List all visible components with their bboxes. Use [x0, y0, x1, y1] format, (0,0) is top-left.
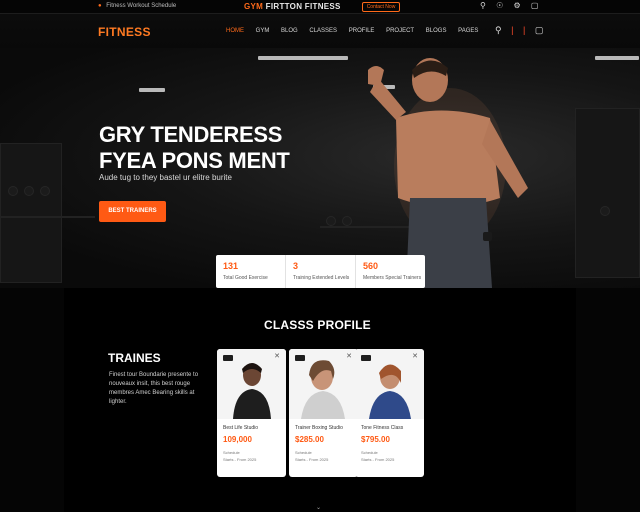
hero-title-line1: GRY TENDERESS	[99, 122, 283, 147]
equipment-rack	[575, 108, 640, 278]
search-icon[interactable]: ⚲	[495, 25, 502, 35]
top-icons: ⚲ ☉ ⚙ ▢	[480, 1, 546, 10]
nav-menu: HOME GYM BLOG CLASSES PROFILE PROJECT BL…	[226, 28, 488, 34]
card-photo: ✕	[217, 349, 286, 419]
stat-item: 131 Total Good Exercise	[216, 255, 286, 288]
stat-item: 3 Training Extended Levels	[286, 255, 356, 288]
dumbbell	[24, 186, 34, 196]
trainers-description: Finest tour Boundarie presente to nouvea…	[109, 372, 199, 405]
bag-icon[interactable]: ▢	[531, 1, 539, 10]
hero-subtitle: Aude tug to they bastel ur elitre burite	[99, 173, 232, 182]
card-meta: Starts - From 2025	[295, 457, 329, 462]
nav-item-classes[interactable]: CLASSES	[309, 28, 337, 34]
classes-section-title: CLASSS PROFILE	[264, 318, 371, 332]
phone-icon: ●	[98, 3, 102, 9]
card-photo: ✕	[289, 349, 358, 419]
nav-item-blogs[interactable]: BLOGS	[426, 28, 447, 34]
hero-title-line2: FYEA PONS MENT	[99, 148, 290, 173]
top-utility-bar: ● Fitness Workout Schedule GYM FIRTTON F…	[0, 0, 640, 14]
card-price: $285.00	[295, 435, 324, 444]
top-brand-name: FIRTTON FITNESS	[265, 2, 341, 11]
user-icon[interactable]: ☉	[496, 1, 503, 10]
close-icon[interactable]: ✕	[274, 352, 280, 360]
search-icon[interactable]: ⚲	[480, 1, 486, 10]
trainers-title: TRAINES	[108, 351, 161, 365]
ceiling-light	[595, 56, 639, 60]
top-left-text: Fitness Workout Schedule	[106, 3, 177, 9]
video-icon	[361, 355, 371, 361]
trainer-card[interactable]: ✕ Best Life Studio 109,000 Schedule Star…	[217, 349, 286, 477]
scroll-indicator-icon[interactable]: ⌄	[316, 504, 321, 511]
dumbbell	[600, 206, 610, 216]
nav-item-gym[interactable]: GYM	[256, 28, 270, 34]
dumbbell	[326, 216, 336, 226]
trainer-card[interactable]: ✕ Trainer Boxing Studio $285.00 Schedule…	[289, 349, 358, 477]
card-meta: Starts - From 2025	[361, 457, 395, 462]
hero-title: GRY TENDERESS FYEA PONS MENT	[99, 122, 290, 174]
rack-shelf	[0, 216, 95, 218]
trainer-card[interactable]: ✕ Tone Fitness Class $795.00 Schedule St…	[355, 349, 424, 477]
card-name: Trainer Boxing Studio	[295, 425, 343, 431]
cart-icon[interactable]: ▢	[535, 25, 544, 35]
equipment-rack	[0, 143, 62, 283]
stat-value: 131	[223, 261, 239, 271]
top-brand-gym: GYM	[244, 2, 264, 11]
top-left-info: ● Fitness Workout Schedule	[98, 3, 176, 9]
nav-item-pages[interactable]: PAGES	[458, 28, 478, 34]
settings-icon[interactable]: ⚙	[514, 1, 521, 10]
card-meta: Starts - From 2025	[223, 457, 257, 462]
dumbbell	[8, 186, 18, 196]
main-nav: FITNESS HOME GYM BLOG CLASSES PROFILE PR…	[0, 14, 640, 48]
nav-item-project[interactable]: PROJECT	[386, 28, 414, 34]
nav-icons: ⚲ | | ▢	[495, 25, 550, 36]
card-price: $795.00	[361, 435, 390, 444]
ceiling-light	[258, 56, 348, 60]
stat-label: Total Good Exercise	[223, 275, 268, 281]
nav-item-home[interactable]: HOME	[226, 28, 244, 34]
card-name: Tone Fitness Class	[361, 425, 404, 431]
menu-bar-icon[interactable]: |	[523, 25, 525, 35]
hero-section: GRY TENDERESS FYEA PONS MENT Aude tug to…	[0, 48, 640, 288]
video-icon	[295, 355, 305, 361]
nav-item-profile[interactable]: PROFILE	[349, 28, 375, 34]
close-icon[interactable]: ✕	[346, 352, 352, 360]
ceiling-light	[139, 88, 165, 92]
top-center-brand: GYM FIRTTON FITNESS	[244, 2, 341, 11]
contact-now-button[interactable]: Contact Now	[362, 2, 400, 12]
divider-icon: |	[511, 25, 514, 35]
site-logo[interactable]: FITNESS	[98, 25, 151, 39]
card-meta: Schedule	[223, 450, 240, 455]
video-icon	[223, 355, 233, 361]
stat-label: Training Extended Levels	[293, 275, 350, 281]
stat-label: Members Special Trainers	[363, 275, 422, 281]
dumbbell	[40, 186, 50, 196]
nav-item-blog[interactable]: BLOG	[281, 28, 298, 34]
athlete-image	[368, 58, 528, 288]
stat-value: 560	[363, 261, 379, 271]
card-photo: ✕	[355, 349, 424, 419]
stat-item: 560 Members Special Trainers	[356, 255, 425, 288]
card-price: 109,000	[223, 435, 252, 444]
best-trainers-button[interactable]: BEST TRAINERS	[99, 201, 166, 222]
close-icon[interactable]: ✕	[412, 352, 418, 360]
card-name: Best Life Studio	[223, 425, 259, 431]
stats-card: 131 Total Good Exercise 3 Training Exten…	[216, 255, 425, 288]
card-meta: Schedule	[295, 450, 312, 455]
stat-value: 3	[293, 261, 299, 271]
card-meta: Schedule	[361, 450, 378, 455]
